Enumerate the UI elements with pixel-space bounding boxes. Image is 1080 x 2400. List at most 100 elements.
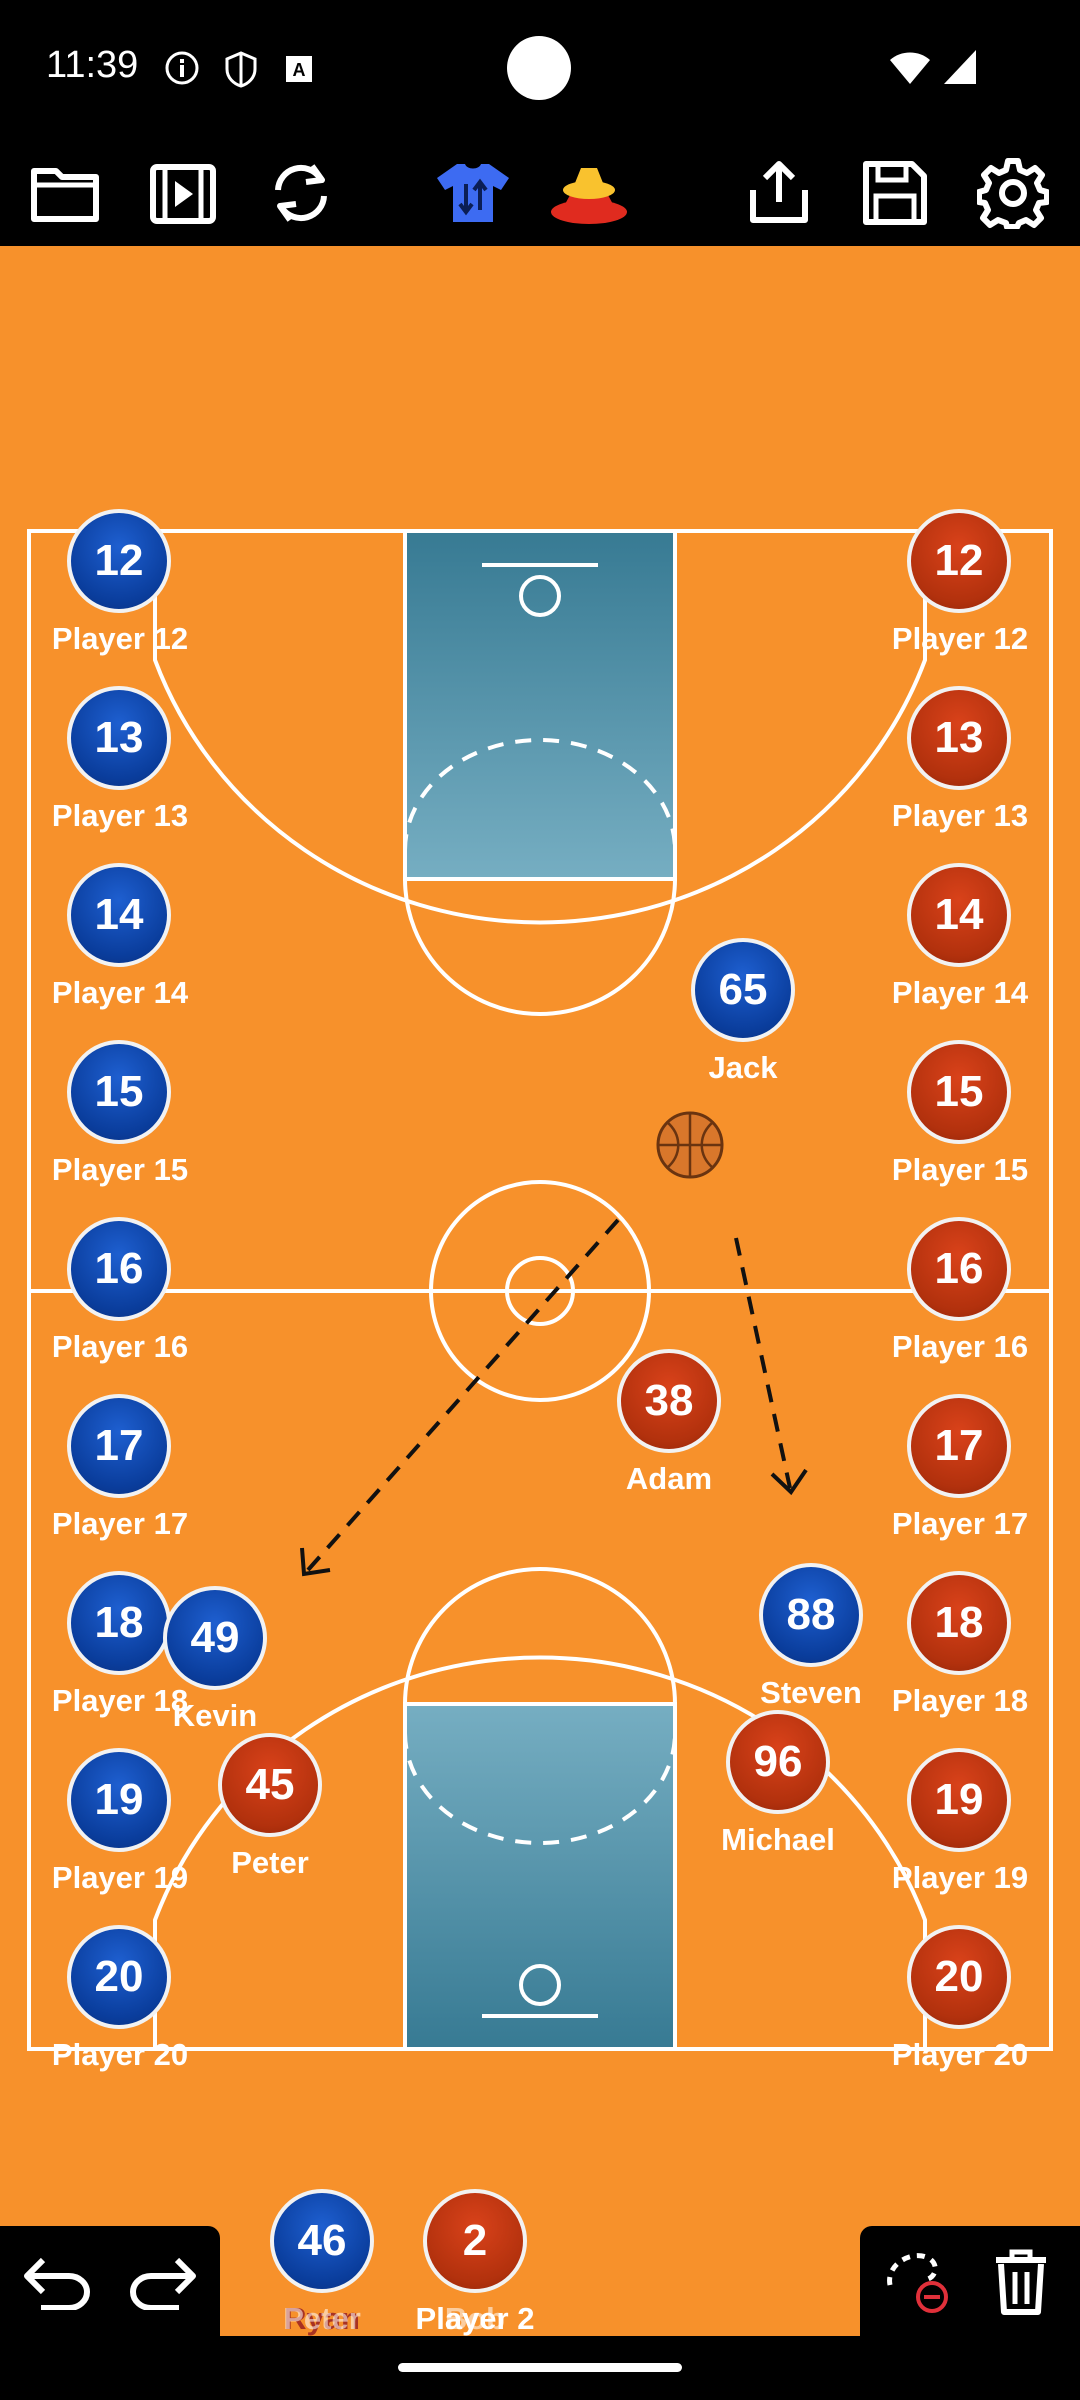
toolbar — [0, 140, 1080, 246]
player-name: Jack — [708, 1050, 778, 1085]
player-name: Adam — [625, 1461, 713, 1496]
player-token[interactable]: 18 — [67, 1571, 171, 1675]
wifi-icon — [890, 52, 930, 84]
player-token[interactable]: 17 — [907, 1394, 1011, 1498]
player-number: 20 — [94, 1952, 144, 2001]
player-number: 12 — [94, 536, 144, 585]
undo-redo-panel — [0, 2226, 220, 2336]
player-token-peter[interactable]: 45 — [218, 1733, 322, 1837]
player-name: Player 12 — [891, 621, 1029, 656]
signal-icon — [944, 50, 976, 84]
player-name: Player 19 — [891, 1860, 1029, 1895]
keyboard-a-icon: A — [286, 56, 312, 82]
player-token[interactable]: 13 — [907, 686, 1011, 790]
player-number: 65 — [718, 965, 768, 1014]
player-name: Player 17 — [51, 1506, 189, 1541]
player-number: 16 — [934, 1244, 984, 1293]
player-name: Steven — [760, 1675, 862, 1710]
player-name: Peter — [231, 1845, 309, 1880]
player-name: Player 20 — [891, 2037, 1029, 2072]
open-folder-button[interactable] — [20, 148, 110, 238]
redo-button[interactable] — [118, 2242, 208, 2322]
player-token[interactable]: 14 — [67, 863, 171, 967]
player-token[interactable]: 15 — [907, 1040, 1011, 1144]
player-number: 18 — [94, 1598, 144, 1647]
home-indicator[interactable] — [398, 2363, 682, 2372]
player-number: 17 — [934, 1421, 984, 1470]
player-token[interactable]: 19 — [67, 1748, 171, 1852]
dock-player-name: Bob — [444, 2301, 506, 2336]
player-number: 19 — [934, 1775, 984, 1824]
player-token-michael[interactable]: 96 — [726, 1710, 830, 1814]
player-token-adam[interactable]: 38 — [617, 1349, 721, 1453]
player-token[interactable]: 16 — [67, 1217, 171, 1321]
basketball-icon[interactable] — [656, 1111, 724, 1179]
cones-button[interactable] — [544, 148, 634, 238]
player-name: Player 16 — [891, 1329, 1029, 1364]
delete-button[interactable] — [976, 2240, 1066, 2324]
player-token[interactable]: 14 — [907, 863, 1011, 967]
player-name: Michael — [721, 1822, 835, 1857]
share-icon — [750, 161, 808, 223]
player-token-steven[interactable]: 88 — [759, 1563, 863, 1667]
player-number: 17 — [94, 1421, 144, 1470]
dock-player-token-red[interactable]: 2 — [423, 2189, 527, 2293]
player-name: Player 15 — [891, 1152, 1029, 1187]
player-number: 14 — [94, 890, 144, 939]
player-token[interactable]: 17 — [67, 1394, 171, 1498]
refresh-button[interactable] — [256, 148, 346, 238]
cones-icon — [551, 168, 627, 224]
player-token[interactable]: 16 — [907, 1217, 1011, 1321]
player-token-kevin[interactable]: 49 — [163, 1586, 267, 1690]
refresh-icon — [275, 164, 327, 222]
player-number: 15 — [934, 1067, 984, 1116]
info-icon — [165, 51, 199, 85]
player-token[interactable]: 20 — [67, 1925, 171, 2029]
swap-teams-button[interactable] — [428, 148, 518, 238]
player-number: 18 — [934, 1598, 984, 1647]
redo-icon — [130, 2257, 196, 2310]
undo-button[interactable] — [12, 2242, 102, 2322]
player-name: Player 16 — [51, 1329, 189, 1364]
player-token[interactable]: 20 — [907, 1925, 1011, 2029]
save-button[interactable] — [850, 148, 940, 238]
player-number: 45 — [245, 1760, 295, 1809]
player-name: Player 15 — [51, 1152, 189, 1187]
status-time: 11:39 — [46, 44, 139, 86]
player-number: 2 — [462, 2216, 488, 2265]
player-name: Player 14 — [891, 975, 1029, 1010]
player-token[interactable]: 12 — [907, 509, 1011, 613]
shield-icon — [225, 51, 257, 88]
undo-icon — [24, 2257, 90, 2310]
settings-button[interactable] — [968, 148, 1058, 238]
animation-button[interactable] — [138, 148, 228, 238]
jersey-swap-icon — [437, 164, 509, 222]
player-number: 15 — [94, 1067, 144, 1116]
player-token[interactable]: 19 — [907, 1748, 1011, 1852]
player-token[interactable]: 13 — [67, 686, 171, 790]
player-token[interactable]: 12 — [67, 509, 171, 613]
player-number: 38 — [644, 1376, 694, 1425]
player-number: 20 — [934, 1952, 984, 2001]
player-number: 14 — [934, 890, 984, 939]
player-name: Player 12 — [51, 621, 189, 656]
player-name: Player 20 — [51, 2037, 189, 2072]
player-number: 88 — [786, 1590, 836, 1639]
player-token-jack[interactable]: 65 — [691, 938, 795, 1042]
trash-icon — [996, 2249, 1046, 2315]
svg-text:A: A — [293, 60, 306, 80]
player-number: 13 — [94, 713, 144, 762]
camera-cutout — [507, 36, 571, 100]
share-button[interactable] — [734, 148, 824, 238]
player-number: 46 — [297, 2216, 347, 2265]
erase-panel — [860, 2226, 1080, 2336]
player-number: 16 — [94, 1244, 144, 1293]
folder-icon — [31, 168, 99, 222]
dock-player-token-blue[interactable]: 46 — [270, 2189, 374, 2293]
player-token[interactable]: 18 — [907, 1571, 1011, 1675]
clear-lines-button[interactable] — [874, 2240, 964, 2324]
player-token[interactable]: 15 — [67, 1040, 171, 1144]
save-icon — [863, 161, 927, 225]
player-number: 96 — [753, 1737, 803, 1786]
player-number: 13 — [934, 713, 984, 762]
